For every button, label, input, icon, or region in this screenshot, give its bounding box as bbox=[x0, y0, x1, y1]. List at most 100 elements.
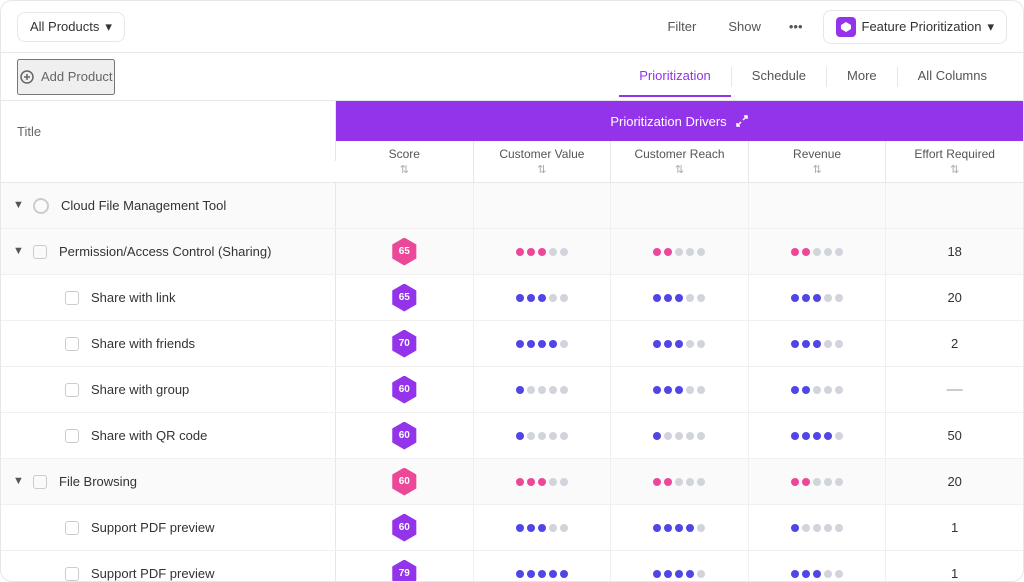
dot-rev bbox=[791, 386, 799, 394]
score-badge: 70 bbox=[390, 330, 418, 358]
dot-cv bbox=[527, 294, 535, 302]
score-badge: 60 bbox=[390, 514, 418, 542]
dot-cr bbox=[664, 386, 672, 394]
tab-more[interactable]: More bbox=[827, 56, 897, 97]
checkbox[interactable] bbox=[65, 383, 79, 397]
tab-prioritization[interactable]: Prioritization bbox=[619, 56, 731, 97]
table-row: Support PDF preview791 bbox=[1, 551, 1023, 581]
col-headers-row: Score ⇅ Customer Value ⇅ Customer Reach … bbox=[336, 141, 1023, 182]
dot-cr bbox=[675, 294, 683, 302]
left-cell: Support PDF preview bbox=[1, 505, 336, 550]
cr-cell bbox=[611, 505, 749, 550]
cr-cell bbox=[611, 275, 749, 320]
checkbox[interactable] bbox=[65, 337, 79, 351]
rev-dots bbox=[791, 432, 843, 440]
score-cell bbox=[336, 183, 474, 228]
score-cell: 60 bbox=[336, 413, 474, 458]
score-cell: 60 bbox=[336, 505, 474, 550]
dot-rev bbox=[835, 248, 843, 256]
cv-cell bbox=[474, 413, 612, 458]
score-badge: 60 bbox=[390, 468, 418, 496]
checkbox[interactable] bbox=[65, 521, 79, 535]
checkbox[interactable] bbox=[65, 567, 79, 581]
dot-cv bbox=[516, 248, 524, 256]
circle-icon bbox=[33, 198, 49, 214]
effort-value: 1 bbox=[951, 566, 958, 581]
dot-cv bbox=[538, 570, 546, 578]
drivers-banner-label: Prioritization Drivers bbox=[610, 114, 726, 129]
chevron-icon[interactable]: ▼ bbox=[13, 245, 27, 259]
more-dots-button[interactable]: ••• bbox=[781, 15, 811, 38]
sort-icon-cv[interactable]: ⇅ bbox=[537, 163, 546, 176]
dot-cr bbox=[675, 524, 683, 532]
right-cells: 702 bbox=[336, 321, 1023, 366]
right-cells: 6520 bbox=[336, 275, 1023, 320]
sort-icon-rev[interactable]: ⇅ bbox=[812, 163, 821, 176]
right-cells: 65 18 bbox=[336, 229, 1023, 274]
rev-dots bbox=[791, 478, 843, 486]
dot-cv bbox=[549, 478, 557, 486]
dot-rev bbox=[791, 294, 799, 302]
cv-dots bbox=[516, 340, 568, 348]
row-label: Share with link bbox=[91, 290, 176, 305]
table-row: Support PDF preview601 bbox=[1, 505, 1023, 551]
dot-rev bbox=[791, 524, 799, 532]
all-products-dropdown[interactable]: All Products ▾ bbox=[17, 12, 125, 42]
sort-icon-score[interactable]: ⇅ bbox=[400, 163, 409, 176]
dot-cr bbox=[653, 432, 661, 440]
score-cell: 65 bbox=[336, 229, 474, 274]
dot-cr bbox=[686, 570, 694, 578]
cv-dots bbox=[516, 432, 568, 440]
right-header-area: Prioritization Drivers Score ⇅ Customer … bbox=[336, 101, 1023, 182]
cv-cell bbox=[474, 275, 612, 320]
cr-cell bbox=[611, 413, 749, 458]
dot-cv bbox=[527, 340, 535, 348]
score-badge: 79 bbox=[390, 560, 418, 582]
checkbox[interactable] bbox=[65, 291, 79, 305]
effort-value: 18 bbox=[947, 244, 961, 259]
dot-cv bbox=[516, 524, 524, 532]
dot-rev bbox=[813, 248, 821, 256]
dot-cv bbox=[516, 294, 524, 302]
row-label: Share with QR code bbox=[91, 428, 207, 443]
dot-cr bbox=[664, 248, 672, 256]
effort-value: 20 bbox=[947, 290, 961, 305]
tab-all-columns[interactable]: All Columns bbox=[898, 56, 1007, 97]
add-product-button[interactable]: Add Product bbox=[17, 59, 115, 95]
plus-circle-icon bbox=[19, 69, 35, 85]
rev-dots bbox=[791, 570, 843, 578]
chevron-icon[interactable]: ▼ bbox=[13, 475, 27, 489]
top-bar-actions: Filter Show ••• Feature Prioritization ▾ bbox=[655, 10, 1007, 44]
checkbox[interactable] bbox=[33, 245, 47, 259]
show-button[interactable]: Show bbox=[716, 15, 769, 38]
main-content: Title Prioritization Drivers Score ⇅ bbox=[1, 101, 1023, 581]
dot-cr bbox=[686, 294, 694, 302]
chevron-icon[interactable]: ▼ bbox=[13, 199, 27, 213]
dot-cv bbox=[549, 432, 557, 440]
dot-cr bbox=[686, 248, 694, 256]
left-cell: Share with QR code bbox=[1, 413, 336, 458]
checkbox[interactable] bbox=[65, 429, 79, 443]
feature-prioritization-button[interactable]: Feature Prioritization ▾ bbox=[823, 10, 1007, 44]
dot-cr bbox=[664, 478, 672, 486]
filter-button[interactable]: Filter bbox=[655, 15, 704, 38]
dot-cr bbox=[697, 294, 705, 302]
sort-icon-eff[interactable]: ⇅ bbox=[950, 163, 959, 176]
eff-cell: 18 bbox=[886, 229, 1023, 274]
dot-cv bbox=[549, 248, 557, 256]
checkbox[interactable] bbox=[33, 475, 47, 489]
dot-cv bbox=[527, 248, 535, 256]
sort-icon-cr[interactable]: ⇅ bbox=[675, 163, 684, 176]
dot-rev bbox=[824, 524, 832, 532]
right-cells: 60— bbox=[336, 367, 1023, 412]
cr-cell bbox=[611, 321, 749, 366]
tab-schedule[interactable]: Schedule bbox=[732, 56, 826, 97]
dot-cr bbox=[697, 570, 705, 578]
cv-dots bbox=[516, 294, 568, 302]
left-cell: ▼File Browsing bbox=[1, 459, 336, 504]
rev-cell bbox=[749, 413, 887, 458]
rev-cell bbox=[749, 551, 887, 581]
dot-cv bbox=[527, 478, 535, 486]
cv-cell bbox=[474, 459, 612, 504]
dot-cr bbox=[686, 340, 694, 348]
